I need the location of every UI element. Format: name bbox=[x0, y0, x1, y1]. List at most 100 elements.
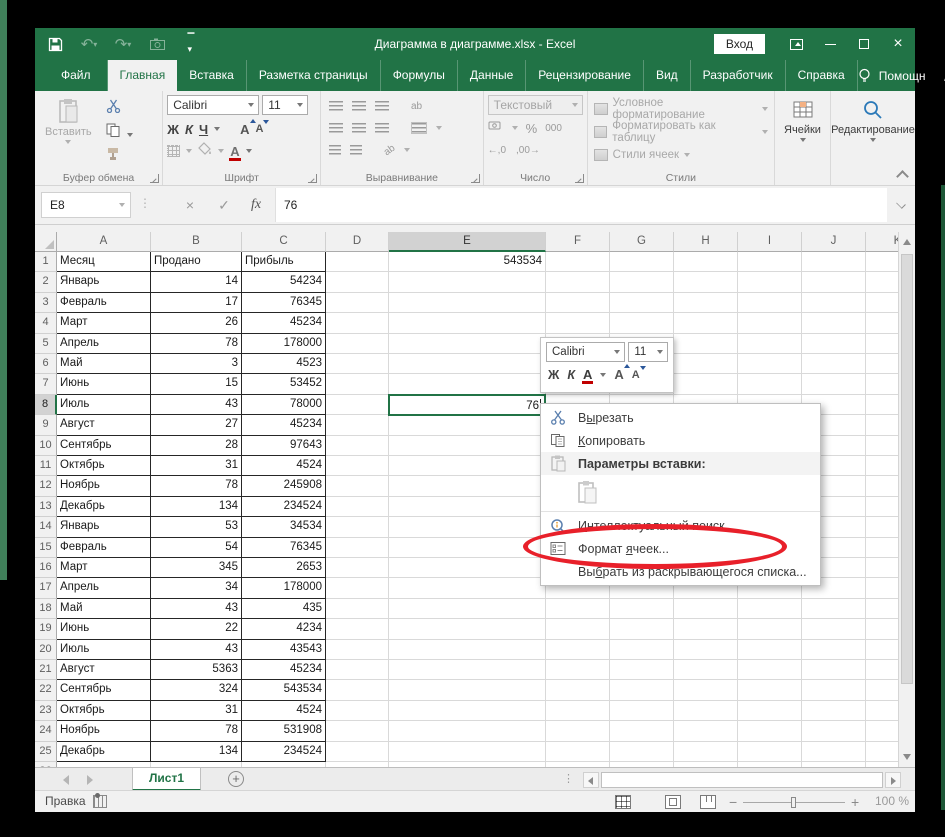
cell[interactable] bbox=[866, 395, 898, 415]
cell[interactable] bbox=[610, 680, 674, 700]
expand-formula-bar-icon[interactable] bbox=[896, 199, 906, 209]
cell[interactable] bbox=[866, 558, 898, 578]
close-button[interactable]: × bbox=[881, 28, 915, 60]
cell[interactable]: 43 bbox=[151, 599, 242, 619]
cell[interactable] bbox=[802, 619, 866, 639]
scroll-left-icon[interactable] bbox=[583, 772, 599, 788]
cell[interactable] bbox=[738, 599, 802, 619]
font-color-button[interactable]: А bbox=[230, 145, 239, 158]
zoom-slider-thumb[interactable] bbox=[791, 797, 796, 808]
column-header[interactable]: F bbox=[546, 232, 610, 252]
cell[interactable]: Ноябрь bbox=[57, 721, 151, 741]
row-header[interactable]: 23 bbox=[35, 701, 57, 721]
cell[interactable]: Декабрь bbox=[57, 497, 151, 517]
customize-qat-icon[interactable]: ▔▾ bbox=[181, 34, 201, 54]
align-top-icon[interactable] bbox=[329, 101, 343, 111]
row-header[interactable]: 10 bbox=[35, 436, 57, 456]
cell[interactable] bbox=[546, 640, 610, 660]
cell[interactable] bbox=[389, 272, 546, 292]
horizontal-scroll-thumb[interactable] bbox=[601, 772, 883, 788]
row-header[interactable]: 13 bbox=[35, 497, 57, 517]
cell[interactable] bbox=[802, 272, 866, 292]
cell[interactable] bbox=[326, 476, 389, 496]
cell[interactable]: 31 bbox=[151, 701, 242, 721]
cell[interactable] bbox=[326, 742, 389, 762]
formula-input[interactable]: 76 bbox=[275, 188, 887, 222]
cell[interactable] bbox=[674, 721, 738, 741]
font-dialog-launcher[interactable] bbox=[308, 174, 317, 183]
align-bottom-icon[interactable] bbox=[375, 101, 389, 111]
row-header[interactable]: 9 bbox=[35, 415, 57, 435]
copy-button[interactable] bbox=[106, 123, 133, 142]
cell[interactable] bbox=[674, 293, 738, 313]
cell[interactable]: Январь bbox=[57, 517, 151, 537]
column-header[interactable]: G bbox=[610, 232, 674, 252]
cell[interactable] bbox=[326, 640, 389, 660]
number-dialog-launcher[interactable] bbox=[575, 174, 584, 183]
cell[interactable]: 78000 bbox=[242, 395, 326, 415]
cell[interactable]: Прибыль bbox=[242, 252, 326, 272]
fill-color-icon[interactable] bbox=[198, 142, 212, 160]
menu-item[interactable]: Интеллектуальный поиск bbox=[541, 514, 820, 537]
accounting-format-icon[interactable] bbox=[488, 119, 504, 137]
menu-item[interactable]: Выбрать из раскрывающегося списка... bbox=[541, 560, 820, 583]
cell[interactable] bbox=[802, 721, 866, 741]
cell[interactable] bbox=[610, 599, 674, 619]
cell[interactable]: 54234 bbox=[242, 272, 326, 292]
cell[interactable]: Май bbox=[57, 354, 151, 374]
cell[interactable] bbox=[389, 619, 546, 639]
cell[interactable] bbox=[866, 640, 898, 660]
cell[interactable] bbox=[738, 293, 802, 313]
cell[interactable] bbox=[546, 660, 610, 680]
cell[interactable]: 43543 bbox=[242, 640, 326, 660]
cell[interactable] bbox=[610, 660, 674, 680]
cell[interactable] bbox=[738, 313, 802, 333]
row-header[interactable]: 8 bbox=[35, 395, 57, 415]
cell[interactable]: 34534 bbox=[242, 517, 326, 537]
cell[interactable] bbox=[546, 680, 610, 700]
cell[interactable]: 4234 bbox=[242, 619, 326, 639]
cell[interactable] bbox=[802, 293, 866, 313]
cell[interactable]: 178000 bbox=[242, 578, 326, 598]
cell[interactable]: 53452 bbox=[242, 374, 326, 394]
cell[interactable]: Август bbox=[57, 415, 151, 435]
cell[interactable]: 76345 bbox=[242, 293, 326, 313]
cell[interactable] bbox=[802, 313, 866, 333]
cell[interactable]: 43 bbox=[151, 640, 242, 660]
comma-style-button[interactable]: 000 bbox=[545, 123, 562, 134]
cell[interactable] bbox=[674, 313, 738, 333]
cell[interactable] bbox=[738, 680, 802, 700]
row-header[interactable]: 18 bbox=[35, 599, 57, 619]
format-painter-button[interactable] bbox=[106, 147, 133, 166]
cell[interactable] bbox=[326, 701, 389, 721]
font-size-select[interactable]: 11 bbox=[262, 95, 308, 115]
cell[interactable] bbox=[802, 701, 866, 721]
cell[interactable]: 53 bbox=[151, 517, 242, 537]
cells-button[interactable]: Ячейки bbox=[779, 95, 826, 145]
save-icon[interactable] bbox=[45, 34, 65, 54]
cell[interactable]: 531908 bbox=[242, 721, 326, 741]
cell[interactable] bbox=[610, 640, 674, 660]
cell[interactable] bbox=[389, 415, 546, 435]
row-header[interactable]: 1 bbox=[35, 252, 57, 272]
ribbon-tab[interactable]: Разработчик bbox=[691, 60, 786, 91]
ribbon-tab[interactable]: Рецензирование bbox=[526, 60, 644, 91]
bold-button[interactable]: Ж bbox=[167, 122, 179, 137]
column-header[interactable]: C bbox=[242, 232, 326, 252]
cell[interactable] bbox=[866, 660, 898, 680]
cell[interactable]: 3 bbox=[151, 354, 242, 374]
cell[interactable]: 54 bbox=[151, 538, 242, 558]
cell[interactable] bbox=[546, 313, 610, 333]
vertical-scrollbar[interactable] bbox=[898, 232, 915, 767]
paste-option-button[interactable] bbox=[541, 475, 820, 509]
cell[interactable] bbox=[610, 293, 674, 313]
cell[interactable]: Февраль bbox=[57, 538, 151, 558]
cell[interactable] bbox=[674, 680, 738, 700]
cell[interactable] bbox=[674, 619, 738, 639]
cell[interactable] bbox=[610, 742, 674, 762]
cell[interactable] bbox=[326, 313, 389, 333]
cell[interactable] bbox=[674, 252, 738, 272]
row-header[interactable]: 5 bbox=[35, 334, 57, 354]
cell[interactable]: 45234 bbox=[242, 415, 326, 435]
cell[interactable] bbox=[326, 680, 389, 700]
